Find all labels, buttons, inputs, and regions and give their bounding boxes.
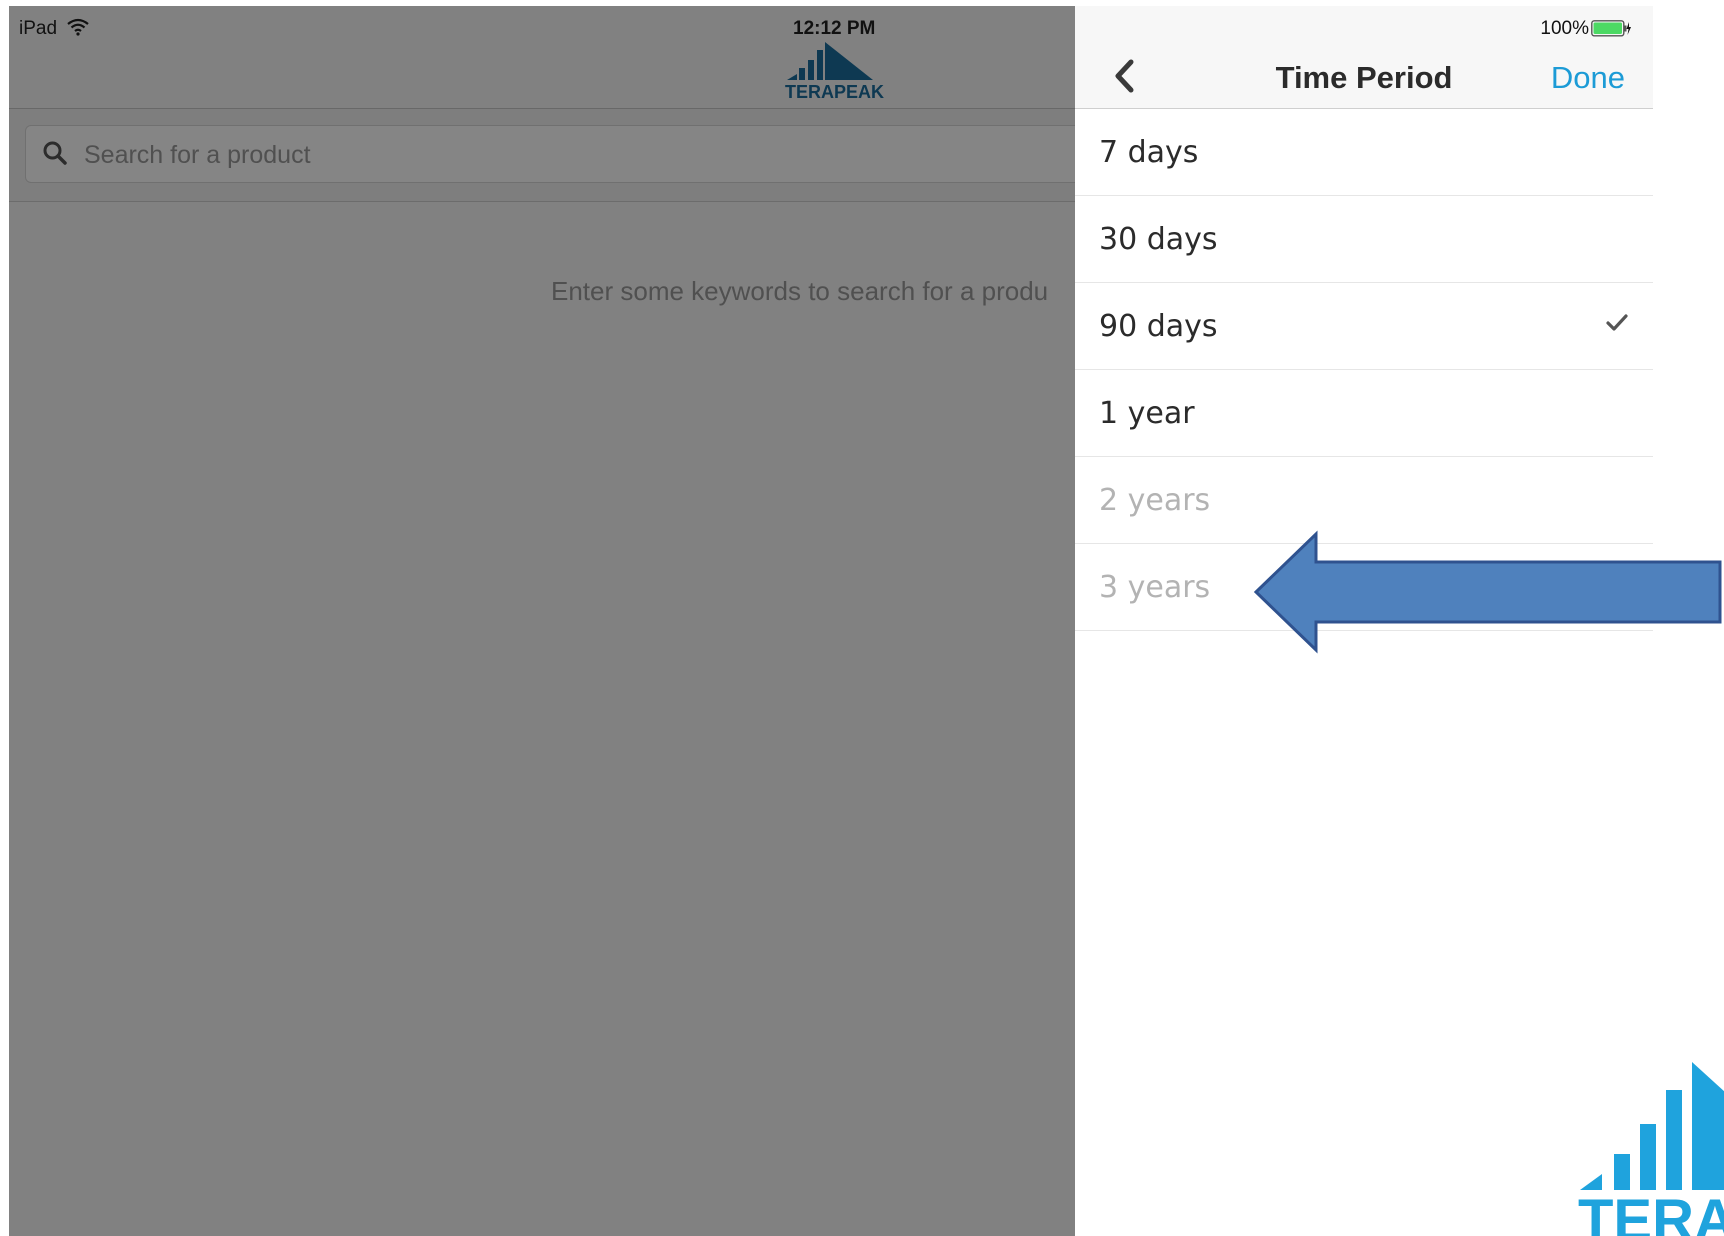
status-battery-percent: 100% [1540,18,1589,39]
period-option-2-years[interactable]: 2 years [1075,457,1653,544]
main-app-area: TERAPEAK Enter some keywords to search f… [9,6,1075,1236]
period-option-label: 3 years [1099,570,1211,605]
panel-navbar: Time Period Done [1075,46,1653,109]
period-option-label: 7 days [1099,135,1199,170]
battery-icon [1591,20,1631,37]
period-option-1-year[interactable]: 1 year [1075,370,1653,457]
period-option-label: 2 years [1099,483,1211,518]
period-option-90-days[interactable]: 90 days [1075,283,1653,370]
screenshot-stage: TERAPEAK Enter some keywords to search f… [0,0,1724,1236]
status-time: 12:12 PM [793,18,876,39]
checkmark-icon [1606,314,1628,331]
period-option-7-days[interactable]: 7 days [1075,109,1653,196]
status-carrier: iPad [19,18,58,39]
svg-text:TERA: TERA [1578,1188,1724,1236]
period-option-label: 1 year [1099,396,1195,431]
annotation-arrow-icon [1253,530,1722,654]
done-button[interactable]: Done [1551,60,1625,96]
panel-status-bar: 100% [1075,6,1653,46]
terapeak-corner-logo-icon: TERA [1578,1062,1724,1236]
period-option-30-days[interactable]: 30 days [1075,196,1653,283]
period-option-label: 30 days [1099,222,1218,257]
dim-overlay[interactable] [9,6,1075,1236]
wifi-icon [67,18,89,36]
period-option-label: 90 days [1099,309,1218,344]
